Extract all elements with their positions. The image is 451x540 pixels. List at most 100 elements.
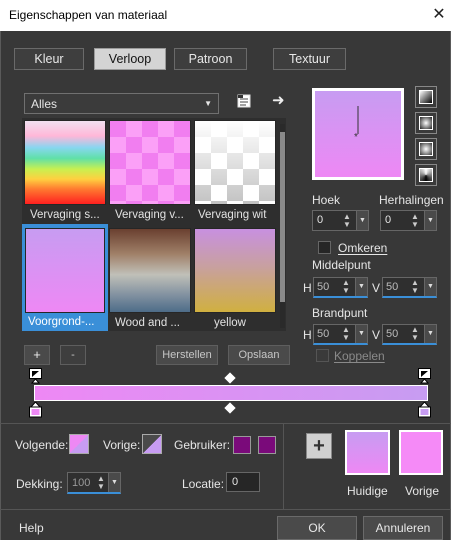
sunburst-gradient-style-icon[interactable] [415, 164, 437, 186]
gradient-preview[interactable]: * [312, 88, 404, 180]
opacity-stop-right-icon[interactable] [418, 368, 432, 384]
focal-label: Brandpunt [312, 306, 368, 320]
category-dropdown[interactable]: Alles ▼ [24, 93, 219, 114]
add-stop-button[interactable]: + [24, 345, 50, 365]
tab-kleur[interactable]: Kleur [14, 48, 84, 70]
focal-v-stepper[interactable]: 50 ▲ ▼ ▼ [382, 324, 437, 345]
dropdown-icon[interactable]: ▼ [356, 211, 368, 230]
user-color-swatch[interactable] [233, 436, 251, 454]
list-item[interactable]: yellow [194, 228, 276, 332]
previous-color-icon[interactable] [142, 434, 162, 454]
repeats-value: 0 [385, 214, 392, 226]
manage-resources-icon[interactable] [236, 93, 252, 109]
gradient-thumbnail [109, 120, 191, 205]
center-v-value: 50 [386, 281, 399, 293]
focal-h-value: 50 [317, 328, 330, 340]
list-item-selected[interactable]: Voorgrond-... [22, 224, 108, 331]
title-bar: Eigenschappen van materiaal ✕ [0, 0, 451, 31]
dropdown-icon[interactable]: ▼ [355, 325, 367, 343]
opacity-stepper[interactable]: 100 ▲ ▼ ▼ [67, 472, 121, 494]
add-swatch-button[interactable]: + [306, 433, 332, 459]
window-title: Eigenschappen van materiaal [9, 8, 168, 22]
repeats-stepper[interactable]: 0 ▲ ▼ ▼ [380, 210, 437, 231]
previous-label: Vorige: [103, 438, 141, 452]
previous-swatch[interactable] [399, 430, 443, 475]
gradient-thumbnail [25, 228, 105, 313]
opacity-label: Dekking: [16, 477, 63, 491]
invert-label[interactable]: Omkeren [338, 241, 387, 255]
dropdown-icon[interactable]: ▼ [424, 211, 436, 230]
rectangular-gradient-style-icon[interactable] [415, 112, 437, 134]
gradient-label: Vervaging wit [198, 209, 267, 221]
gradient-label: Voorgrond-... [28, 316, 95, 328]
color-stop-left-icon[interactable] [29, 402, 43, 418]
center-label: Middelpunt [312, 258, 371, 272]
dropdown-icon[interactable]: ▼ [424, 278, 436, 296]
gradient-thumbnail [194, 228, 276, 313]
chevron-down-icon: ▼ [204, 99, 212, 108]
list-item[interactable]: Vervaging wit [194, 120, 276, 224]
location-field[interactable]: 0 [226, 472, 260, 492]
cancel-button[interactable]: Annuleren [363, 516, 443, 540]
spin-arrows-icon[interactable]: ▲ ▼ [342, 279, 350, 295]
link-checkbox[interactable] [316, 349, 329, 362]
separator [283, 424, 284, 510]
focal-v-value: 50 [386, 328, 399, 340]
next-label: Volgende: [15, 438, 69, 452]
link-label[interactable]: Koppelen [334, 349, 385, 363]
focal-h-stepper[interactable]: 50 ▲ ▼ ▼ [313, 324, 368, 345]
user-color-swatch-2[interactable] [258, 436, 276, 454]
current-swatch[interactable] [345, 430, 390, 475]
opacity-stop-left-icon[interactable] [29, 368, 43, 384]
location-label: Locatie: [182, 477, 225, 491]
center-v-stepper[interactable]: 50 ▲ ▼ ▼ [382, 277, 437, 298]
gradient-label: Wood and ... [115, 317, 180, 329]
gradient-bar[interactable] [34, 385, 428, 401]
angle-indicator-icon[interactable]: * [352, 106, 364, 142]
spin-arrows-icon[interactable]: ▲ ▼ [411, 279, 419, 295]
save-button[interactable]: Opslaan [228, 345, 290, 365]
center-h-label: H [303, 281, 312, 295]
tab-patroon[interactable]: Patroon [174, 48, 247, 70]
tab-strip: Kleur Verloop Patroon Textuur [14, 48, 360, 72]
reset-button[interactable]: Herstellen [156, 345, 218, 365]
radial-gradient-style-icon[interactable] [415, 138, 437, 160]
linear-gradient-style-icon[interactable] [415, 86, 437, 108]
angle-stepper[interactable]: 0 ▲ ▼ ▼ [312, 210, 369, 231]
list-scrollbar[interactable] [280, 124, 285, 328]
spin-arrows-icon[interactable]: ▲ ▼ [342, 326, 350, 342]
tab-textuur[interactable]: Textuur [273, 48, 346, 70]
center-h-stepper[interactable]: 50 ▲ ▼ ▼ [313, 277, 368, 298]
invert-checkbox[interactable] [318, 241, 331, 254]
list-item[interactable]: Vervaging s... [24, 120, 106, 224]
tab-verloop[interactable]: Verloop [94, 48, 166, 70]
remove-stop-button[interactable]: - [60, 345, 86, 365]
spin-arrows-icon[interactable]: ▲ ▼ [97, 475, 105, 491]
gradient-thumbnail [194, 120, 276, 205]
focal-v-label: V [372, 328, 381, 342]
close-icon[interactable]: ✕ [428, 3, 450, 27]
focal-h-label: H [303, 328, 312, 342]
arrow-right-icon[interactable]: ➜ [272, 93, 288, 110]
dropdown-icon[interactable]: ▼ [355, 278, 367, 296]
gradient-label: yellow [214, 317, 246, 329]
list-item[interactable]: Vervaging v... [109, 120, 191, 224]
spin-arrows-icon[interactable]: ▲ ▼ [343, 213, 351, 229]
next-color-icon[interactable] [69, 434, 89, 454]
repeats-label: Herhalingen [379, 193, 444, 207]
help-link[interactable]: Help [19, 521, 44, 535]
scrollbar-thumb[interactable] [280, 132, 285, 302]
svg-text:*: * [354, 132, 358, 142]
color-stop-right-icon[interactable] [418, 402, 432, 418]
opacity-value: 100 [72, 477, 91, 489]
center-h-value: 50 [317, 281, 330, 293]
spin-arrows-icon[interactable]: ▲ ▼ [411, 213, 419, 229]
dropdown-icon[interactable]: ▼ [424, 325, 436, 343]
angle-label: Hoek [312, 193, 341, 207]
ok-button[interactable]: OK [277, 516, 357, 540]
dropdown-icon[interactable]: ▼ [108, 473, 120, 492]
spin-arrows-icon[interactable]: ▲ ▼ [411, 326, 419, 342]
user-label: Gebruiker: [174, 438, 231, 452]
previous-swatch-label: Vorige [405, 484, 440, 498]
list-item[interactable]: Wood and ... [109, 228, 191, 332]
